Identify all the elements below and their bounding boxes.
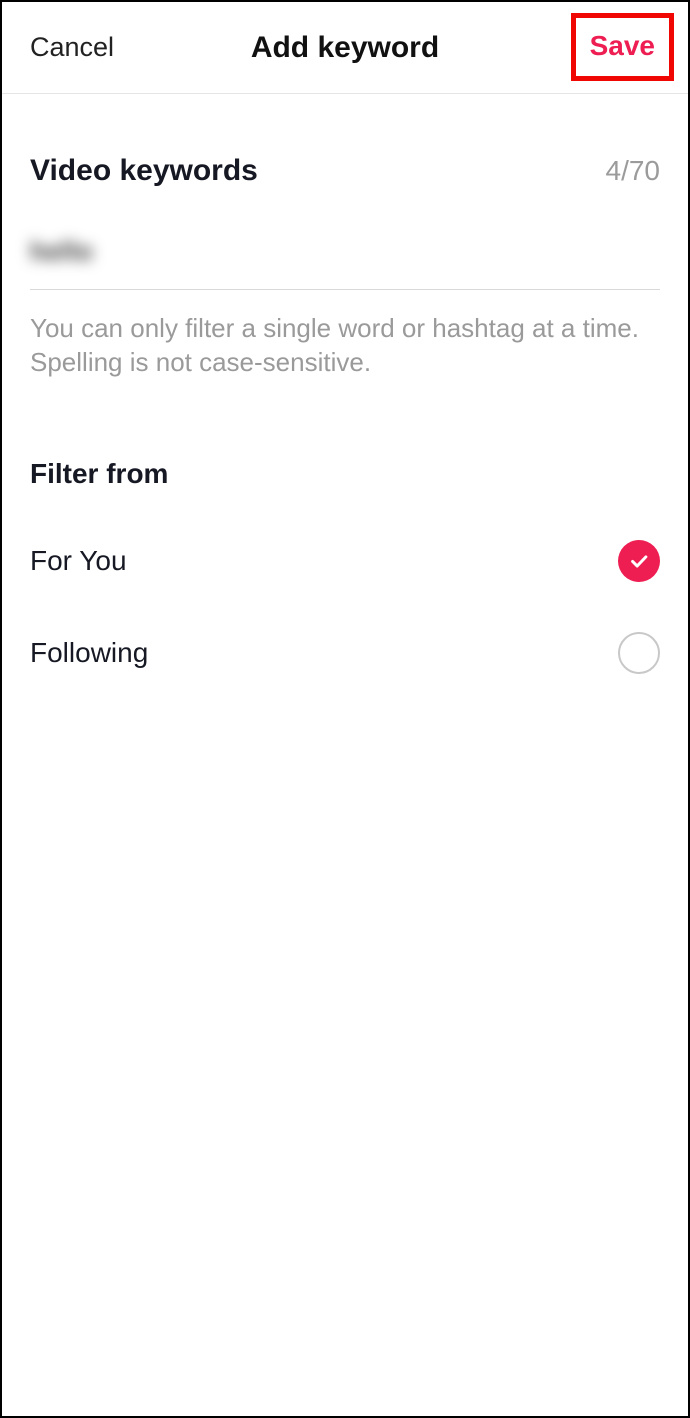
- keyword-helper-text: You can only filter a single word or has…: [30, 312, 660, 380]
- page-title: Add keyword: [251, 31, 439, 65]
- video-keywords-title: Video keywords: [30, 154, 258, 188]
- filter-option-label: For You: [30, 545, 127, 577]
- filter-option-label: Following: [30, 637, 148, 669]
- keywords-header-row: Video keywords 4/70: [30, 128, 660, 188]
- radio-unselected[interactable]: [618, 632, 660, 674]
- filter-option-following[interactable]: Following: [30, 632, 660, 674]
- filter-option-for-you[interactable]: For You: [30, 540, 660, 582]
- keyword-input[interactable]: hello: [30, 236, 660, 290]
- checkmark-icon: [628, 550, 650, 572]
- save-highlight-box: Save: [571, 13, 674, 81]
- header-bar: Cancel Add keyword Save: [2, 2, 688, 94]
- character-counter: 4/70: [606, 155, 661, 187]
- content-area: Video keywords 4/70 hello You can only f…: [2, 94, 688, 674]
- cancel-button[interactable]: Cancel: [30, 32, 114, 63]
- filter-from-title: Filter from: [30, 458, 660, 490]
- save-button[interactable]: Save: [590, 30, 655, 62]
- keyword-input-value: hello: [30, 236, 93, 266]
- radio-selected[interactable]: [618, 540, 660, 582]
